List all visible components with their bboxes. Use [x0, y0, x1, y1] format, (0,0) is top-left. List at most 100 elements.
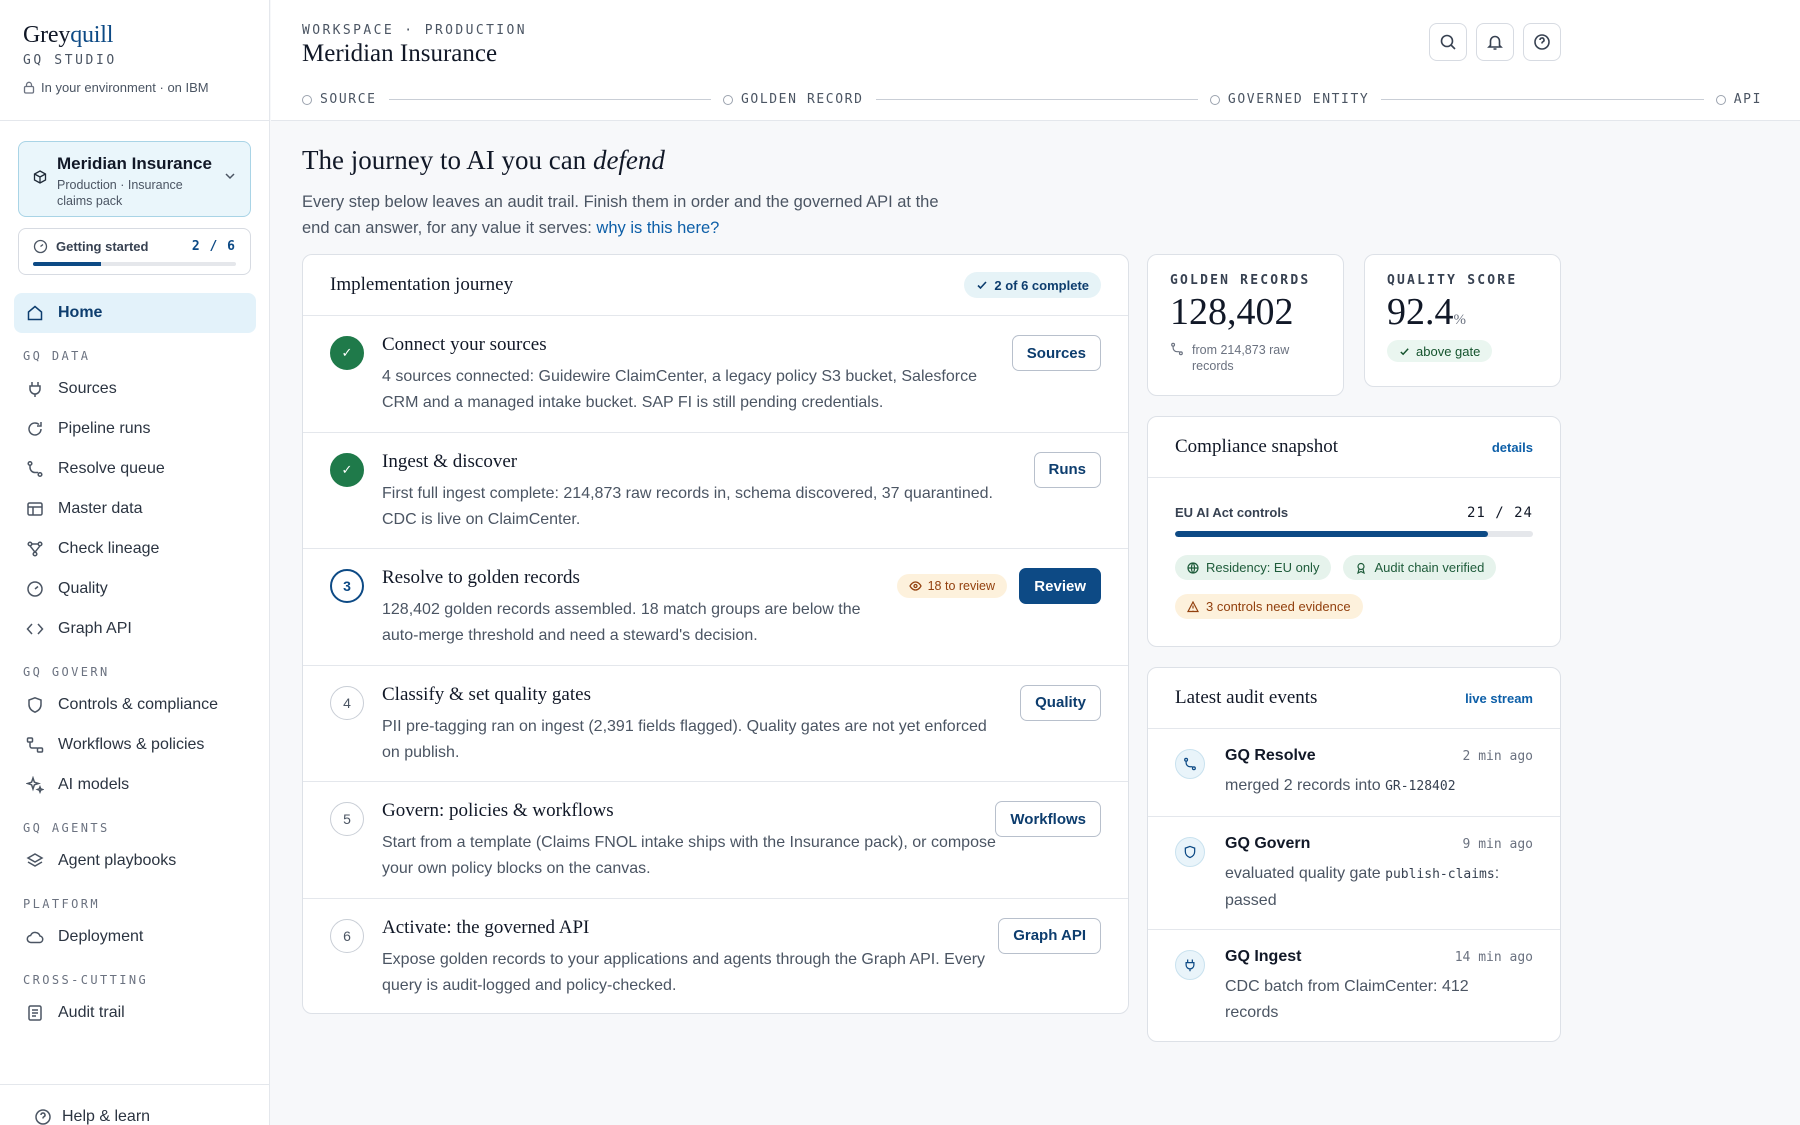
gauge-icon [27, 581, 43, 597]
table-icon [27, 502, 43, 516]
event-actor: GQ Ingest [1225, 948, 1302, 965]
why-link[interactable]: why is this here? [596, 219, 719, 237]
compliance-header: Compliance snapshot details [1148, 417, 1560, 478]
hero-title-text: The journey to AI you can [302, 145, 593, 175]
live-stream-link[interactable]: live stream [1465, 691, 1533, 706]
event-time: 9 min ago [1462, 837, 1533, 852]
brand-logo[interactable]: Greyquill [23, 22, 269, 49]
control-progress-row: EU AI Act controls 21 / 24 [1148, 505, 1560, 521]
sidebar-item-agent-playbooks[interactable]: Agent playbooks [14, 841, 256, 881]
sidebar-item-graph-api[interactable]: Graph API [14, 609, 256, 649]
sidebar-item-label: Sources [58, 380, 117, 397]
sidebar-item-label: Graph API [58, 620, 132, 637]
compliance-details-link[interactable]: details [1492, 440, 1533, 455]
nav-section-gq-data: GQ DATA [23, 349, 91, 363]
layers-icon [26, 853, 44, 867]
bell-icon [1487, 35, 1503, 50]
event-time: 14 min ago [1454, 950, 1533, 965]
workflows-button[interactable]: Workflows [995, 801, 1101, 837]
evidence-warning-chip: 3 controls need evidence [1175, 594, 1363, 619]
lineage-stepper: SOURCE GOLDEN RECORD GOVERNED ENTITY API [302, 92, 1762, 107]
stat-sub-label: from 214,873 raw records [1192, 343, 1290, 373]
refresh-icon [28, 422, 42, 436]
help-icon [35, 1109, 51, 1125]
audit-event[interactable]: GQ Ingest 14 min ago CDC batch from Clai… [1148, 930, 1560, 1041]
gauge-icon [33, 239, 48, 254]
review-button[interactable]: Review [1019, 568, 1101, 604]
sidebar-item-audit-trail[interactable]: Audit trail [14, 993, 256, 1033]
sidebar-item-deployment[interactable]: Deployment [14, 917, 256, 957]
step-number: 4 [330, 685, 364, 720]
nav-section-gq-govern: GQ GOVERN [23, 665, 110, 679]
runs-button[interactable]: Runs [1033, 451, 1101, 488]
help-button[interactable] [1523, 23, 1561, 61]
search-button[interactable] [1429, 23, 1467, 61]
sidebar-item-workflows[interactable]: Workflows & policies [14, 725, 256, 765]
graph-api-button[interactable]: Graph API [998, 917, 1101, 954]
audit-chain-chip: Audit chain verified [1343, 555, 1497, 580]
sidebar-item-label: Master data [58, 500, 143, 517]
workspace-name: Meridian Insurance [57, 154, 212, 173]
journey-step-6: 6 Activate: the governed API Expose gold… [303, 899, 1128, 1014]
check-icon [977, 281, 987, 290]
sidebar-item-quality[interactable]: Quality [14, 569, 256, 609]
sidebar-item-resolve-queue[interactable]: Resolve queue [14, 449, 256, 489]
sources-button[interactable]: Sources [1011, 335, 1101, 371]
stepper-step-api: API [1715, 92, 1762, 107]
event-code: publish-claims [1385, 867, 1495, 882]
notifications-button[interactable] [1476, 23, 1514, 61]
audit-events-card: Latest audit events live stream GQ Resol… [1147, 667, 1561, 1042]
quality-score-value: 92.4% [1387, 290, 1560, 334]
lineage-icon [27, 541, 43, 557]
nav-section-gq-agents: GQ AGENTS [23, 821, 110, 835]
audit-event[interactable]: GQ Govern 9 min ago evaluated quality ga… [1148, 817, 1560, 930]
sidebar-item-label: Pipeline runs [58, 420, 151, 437]
sidebar-item-home[interactable]: Home [14, 293, 256, 333]
brand-name-b: quill [70, 22, 114, 48]
help-link[interactable]: Help & learn [34, 1108, 150, 1125]
journey-title: Implementation journey [330, 274, 514, 295]
step-dot [722, 94, 733, 105]
quality-button[interactable]: Quality [1020, 684, 1101, 721]
environment-note: In your environment · on IBM [23, 80, 269, 95]
sidebar-item-pipeline-runs[interactable]: Pipeline runs [14, 409, 256, 449]
getting-started-card[interactable]: Getting started 2 / 6 [18, 228, 251, 275]
sidebar-item-label: Home [58, 304, 103, 321]
journey-step-1: ✓ Connect your sources 4 sources connect… [303, 316, 1128, 433]
event-text-main: merged 2 records into [1225, 777, 1386, 794]
journey-step-5: 5 Govern: policies & workflows Start fro… [303, 782, 1128, 899]
step-number: 3 [330, 569, 364, 603]
code-icon [26, 623, 44, 635]
sidebar-item-label: Check lineage [58, 540, 160, 557]
merge-icon [1171, 342, 1183, 356]
product-name: GQ STUDIO [23, 53, 117, 68]
lock-icon [23, 81, 35, 94]
breadcrumb: WORKSPACE · PRODUCTION [302, 23, 527, 38]
workspace-switcher[interactable]: Meridian Insurance Production · Insuranc… [18, 141, 251, 217]
sidebar-item-sources[interactable]: Sources [14, 369, 256, 409]
sidebar-item-master-data[interactable]: Master data [14, 489, 256, 529]
step-label: SOURCE [320, 92, 377, 107]
environment-label: In your environment · on IBM [41, 80, 209, 95]
getting-started-label: Getting started [56, 239, 149, 254]
quality-gate-badge: above gate [1387, 340, 1493, 362]
hero: The journey to AI you can defend Every s… [302, 145, 962, 241]
residency-chip: Residency: EU only [1175, 555, 1332, 580]
stepper-connector [875, 99, 1198, 100]
step-dot [1715, 94, 1726, 105]
sidebar-nav: Home GQ DATA Sources Pipeline runs Resol… [0, 293, 269, 1033]
event-actor: GQ Resolve [1225, 747, 1316, 764]
golden-records-sub: from 214,873 raw records [1170, 342, 1343, 374]
sidebar-item-label: Agent playbooks [58, 852, 177, 869]
sidebar-item-check-lineage[interactable]: Check lineage [14, 529, 256, 569]
sidebar-item-ai-models[interactable]: AI models [14, 765, 256, 805]
audit-event[interactable]: GQ Resolve 2 min ago merged 2 records in… [1148, 729, 1560, 817]
sidebar-item-label: Controls & compliance [58, 696, 219, 713]
step-title: Connect your sources [382, 334, 547, 355]
step-done-marker: ✓ [330, 336, 364, 370]
control-label: EU AI Act controls [1175, 505, 1289, 520]
step-description: 128,402 golden records assembled. 18 mat… [382, 601, 861, 644]
event-text: merged 2 records into GR-128402 [1225, 773, 1525, 800]
sidebar: Greyquill GQ STUDIO In your environment … [0, 0, 270, 1125]
sidebar-item-controls[interactable]: Controls & compliance [14, 685, 256, 725]
